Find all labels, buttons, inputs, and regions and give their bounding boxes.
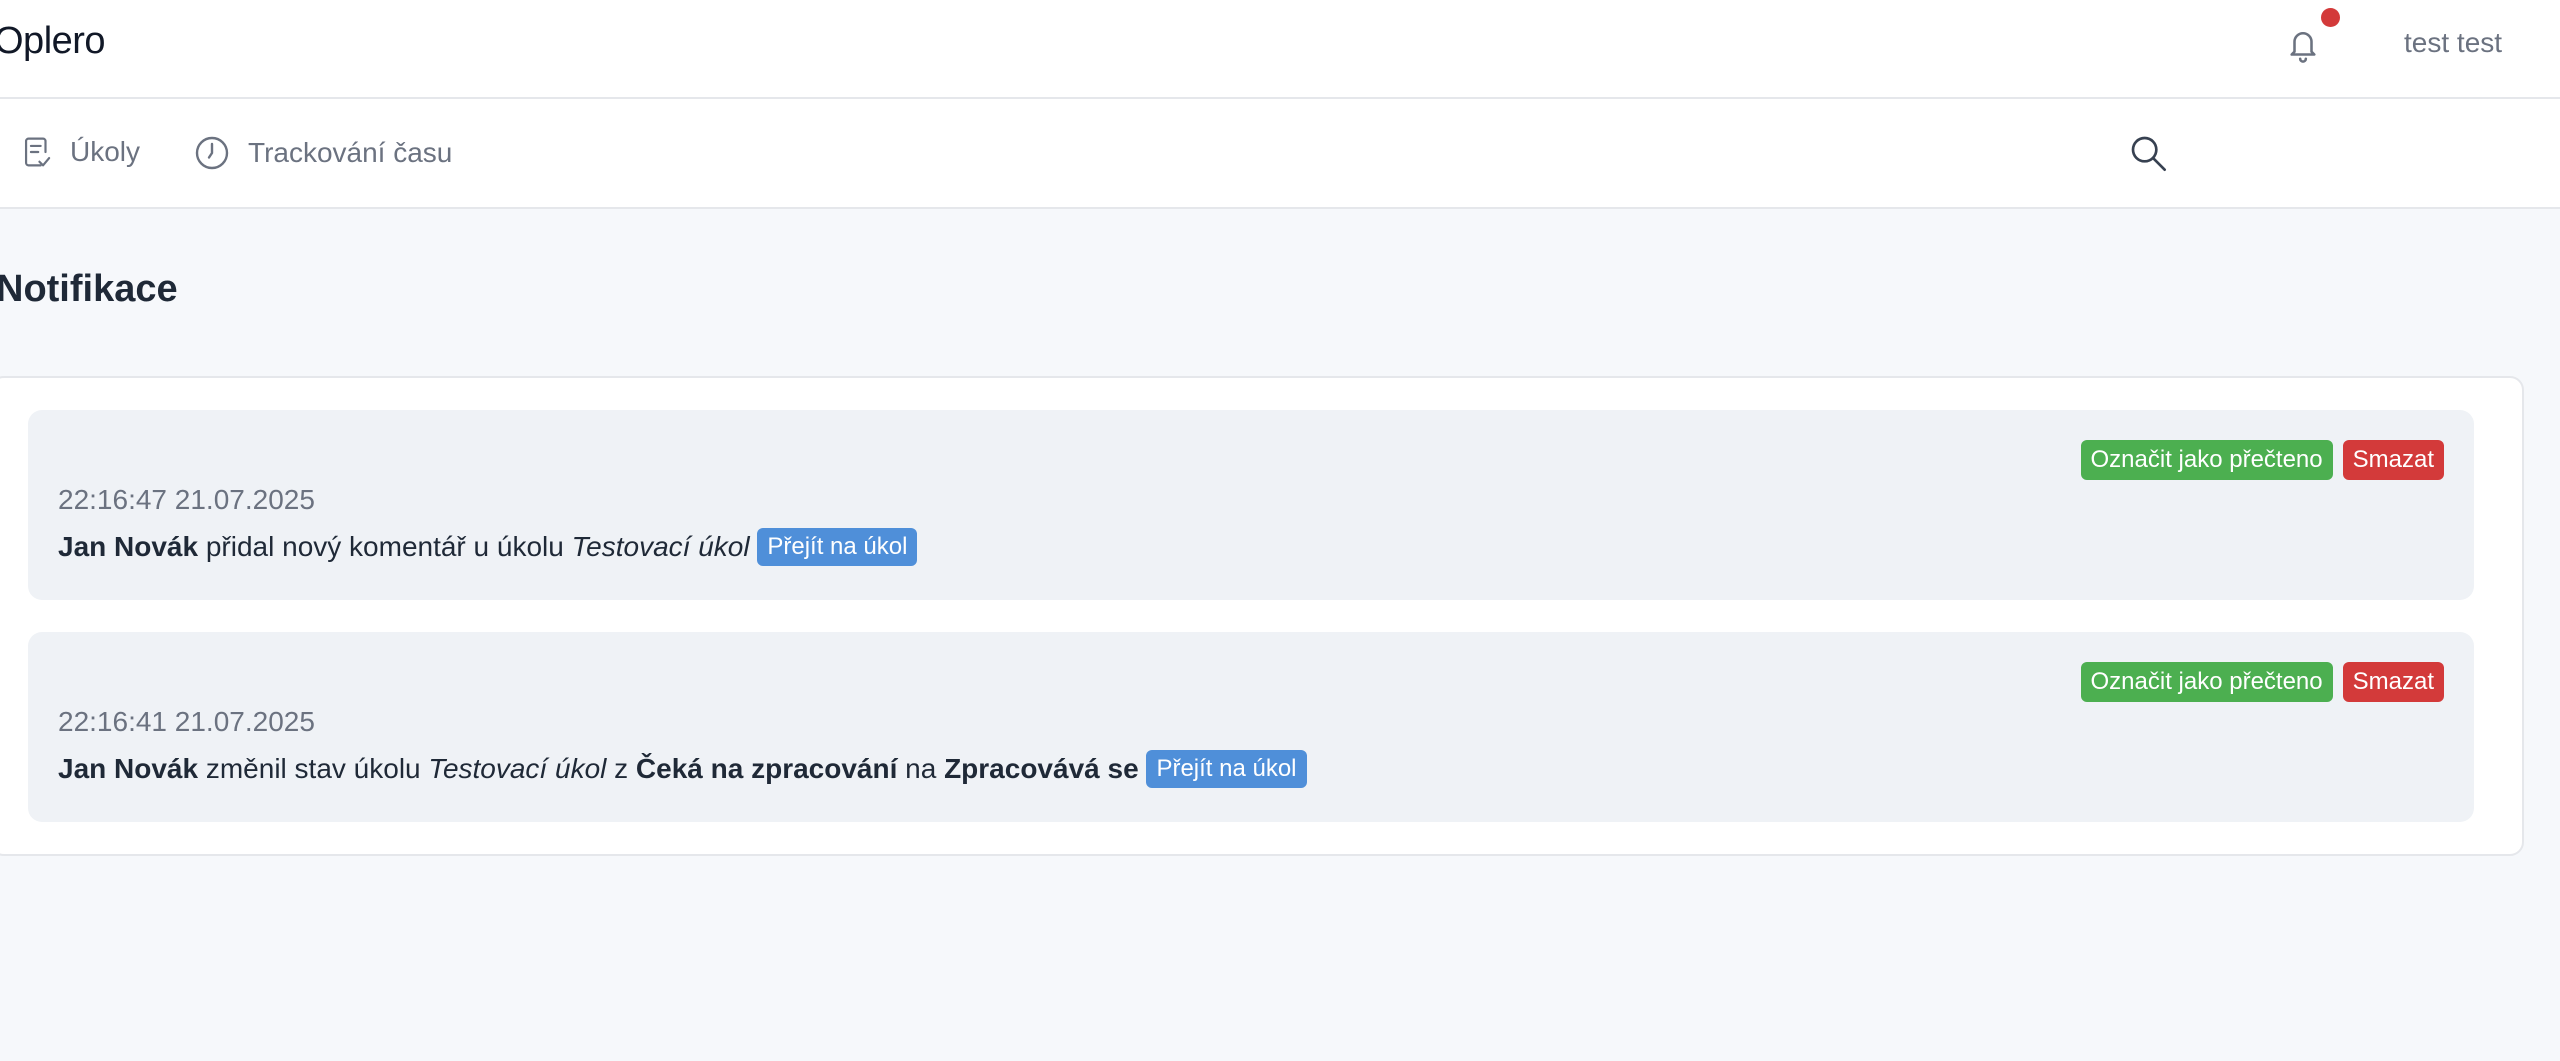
message-text: z (606, 753, 636, 784)
to-state: Zpracovává se (944, 753, 1139, 784)
nav-item-label: Trackování času (248, 137, 453, 168)
nav-item-time-tracking[interactable]: Trackování času (194, 135, 452, 171)
goto-task-button[interactable]: Přejít na úkol (757, 528, 918, 566)
task-name: Testovací úkol (428, 753, 607, 784)
goto-task-button[interactable]: Přejít na úkol (1146, 750, 1307, 788)
mark-read-button[interactable]: Označit jako přečteno (2080, 662, 2333, 702)
notification-timestamp: 22:16:47 21.07.2025 (58, 484, 315, 515)
brand-logo[interactable]: Oplero (0, 20, 106, 63)
notification-item: Označit jako přečteno Smazat 22:16:41 21… (28, 632, 2474, 822)
task-name: Testovací úkol (571, 531, 750, 562)
tasks-icon (22, 135, 52, 169)
search-icon[interactable] (2128, 133, 2168, 173)
mark-read-button[interactable]: Označit jako přečteno (2080, 440, 2333, 480)
notification-actions: Označit jako přečteno Smazat (2080, 662, 2444, 702)
message-text: na (897, 753, 945, 784)
from-state: Čeká na zpracování (635, 753, 898, 784)
notification-message: Jan Novák přidal nový komentář u úkolu T… (58, 528, 918, 566)
notifications-card: Označit jako přečteno Smazat 22:16:47 21… (0, 376, 2524, 856)
notification-dot-badge (2321, 8, 2340, 27)
message-text: změnil stav úkolu (198, 753, 429, 784)
notification-message: Jan Novák změnil stav úkolu Testovací úk… (58, 750, 1307, 788)
main-nav: Úkoly Trackování času (0, 99, 2560, 209)
notification-actions: Označit jako přečteno Smazat (2080, 440, 2444, 480)
actor-name: Jan Novák (58, 753, 199, 784)
nav-item-tasks[interactable]: Úkoly (22, 135, 140, 169)
actor-name: Jan Novák (58, 531, 199, 562)
bell-icon[interactable] (2286, 26, 2320, 66)
page-title: Notifikace (0, 268, 178, 310)
notification-timestamp: 22:16:41 21.07.2025 (58, 706, 315, 737)
message-text: přidal nový komentář u úkolu (198, 531, 572, 562)
top-bar: Oplero test test (0, 0, 2560, 99)
clock-icon (194, 135, 230, 171)
nav-item-label: Úkoly (70, 136, 141, 167)
delete-button[interactable]: Smazat (2342, 440, 2444, 480)
user-menu[interactable]: test test (2404, 27, 2502, 59)
notification-item: Označit jako přečteno Smazat 22:16:47 21… (28, 410, 2474, 600)
delete-button[interactable]: Smazat (2342, 662, 2444, 702)
